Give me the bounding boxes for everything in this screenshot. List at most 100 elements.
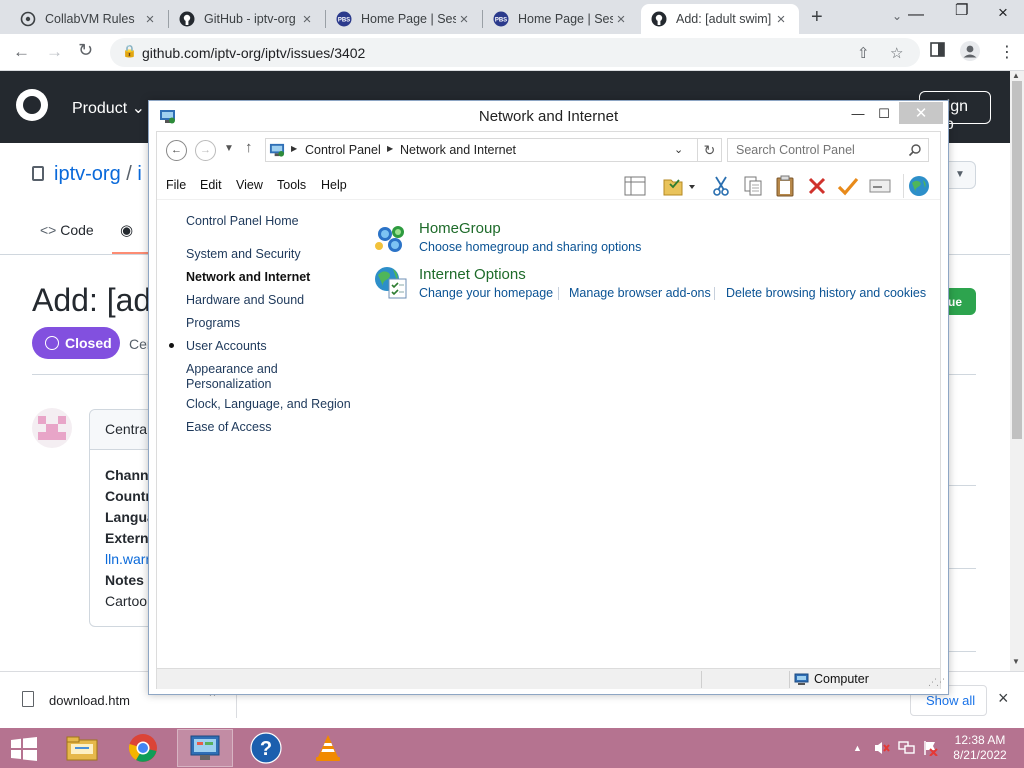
- delete-icon[interactable]: [804, 174, 830, 198]
- nav-ease-of-access[interactable]: Ease of Access: [186, 420, 271, 435]
- internet-options-icon[interactable]: [373, 265, 409, 301]
- action-center-flag-icon[interactable]: [922, 740, 938, 759]
- nav-system-and-security[interactable]: System and Security: [186, 247, 301, 262]
- explorer-frame: ← → ▼ ↑ ▶ Control Panel ▶ Network and In…: [156, 131, 945, 689]
- chevron-down-icon[interactable]: ⌄: [674, 143, 683, 156]
- download-item[interactable]: download.htm: [49, 693, 130, 708]
- nav-network-and-internet[interactable]: Network and Internet: [186, 270, 310, 285]
- issues-icon[interactable]: ◉: [120, 221, 133, 239]
- menu-tools[interactable]: Tools: [277, 178, 306, 192]
- resize-grip-icon[interactable]: ⋰⋰: [928, 677, 945, 688]
- close-icon[interactable]: ×: [299, 11, 315, 28]
- delete-history-link[interactable]: Delete browsing history and cookies: [726, 286, 926, 300]
- close-icon[interactable]: ×: [613, 11, 629, 28]
- comment-link[interactable]: lln.warr: [105, 551, 150, 567]
- close-window-icon[interactable]: ×: [998, 3, 1008, 23]
- tab-sesame-2[interactable]: PBS Home Page | Sesa ×: [483, 4, 639, 34]
- reload-icon[interactable]: ↻: [78, 40, 93, 61]
- forward-icon[interactable]: →: [195, 140, 216, 161]
- back-icon[interactable]: ←: [166, 140, 187, 161]
- nav-clock-language-region[interactable]: Clock, Language, and Region: [186, 397, 351, 412]
- folder-options-icon[interactable]: [660, 174, 700, 198]
- forward-icon[interactable]: →: [46, 42, 63, 62]
- tab-code[interactable]: <> Code: [40, 222, 94, 238]
- recent-locations-chevron-icon[interactable]: ▼: [224, 143, 234, 154]
- copy-icon[interactable]: [740, 174, 766, 198]
- volume-muted-icon[interactable]: [873, 740, 891, 759]
- change-homepage-link[interactable]: Change your homepage: [419, 286, 553, 300]
- search-icon[interactable]: [908, 143, 924, 159]
- address-box[interactable]: ▶ Control Panel ▶ Network and Internet ⌄: [265, 138, 698, 162]
- properties-checkmark-icon[interactable]: [835, 174, 861, 198]
- comment-line: Countr: [105, 488, 151, 504]
- windows-start-icon[interactable]: [9, 737, 39, 761]
- map-drive-icon[interactable]: [867, 174, 893, 198]
- tab-add-adult-swim[interactable]: Add: [adult swim] ×: [641, 4, 799, 34]
- avatar[interactable]: [32, 408, 72, 448]
- menu-view[interactable]: View: [236, 178, 263, 192]
- show-hidden-icons-icon[interactable]: ▲: [853, 743, 862, 753]
- menu-file[interactable]: File: [166, 178, 186, 192]
- menu-help[interactable]: Help: [321, 178, 347, 192]
- breadcrumb-control-panel[interactable]: Control Panel: [305, 143, 381, 157]
- side-panel-icon[interactable]: [930, 42, 945, 62]
- window-titlebar[interactable]: Network and Internet — ☐ ✕: [149, 101, 948, 131]
- clock[interactable]: 12:38 AM 8/21/2022: [946, 733, 1014, 763]
- internet-options-title[interactable]: Internet Options: [419, 266, 526, 283]
- nav-programs[interactable]: Programs: [186, 316, 240, 331]
- product-menu[interactable]: Product ⌄: [72, 98, 145, 118]
- globe-icon[interactable]: [903, 174, 933, 198]
- up-arrow-icon[interactable]: ↑: [245, 139, 253, 156]
- file-explorer-icon[interactable]: [54, 729, 110, 767]
- kebab-menu-icon[interactable]: ⋮: [999, 42, 1015, 62]
- close-icon[interactable]: ×: [142, 11, 158, 28]
- maximize-icon[interactable]: ☐: [869, 103, 899, 125]
- network-icon[interactable]: [898, 740, 916, 759]
- nav-hardware-and-sound[interactable]: Hardware and Sound: [186, 293, 304, 308]
- nav-user-accounts[interactable]: User Accounts: [186, 339, 267, 354]
- help-icon[interactable]: ?: [238, 729, 294, 767]
- breadcrumb-network-internet[interactable]: Network and Internet: [400, 143, 516, 157]
- tab-collabvm-rules[interactable]: CollabVM Rules ×: [10, 4, 168, 34]
- vlc-icon[interactable]: [300, 729, 356, 767]
- github-logo-icon[interactable]: [16, 89, 48, 121]
- tab-github-iptv[interactable]: GitHub - iptv-org ×: [169, 4, 325, 34]
- cut-scissors-icon[interactable]: [708, 174, 734, 198]
- menu-edit[interactable]: Edit: [200, 178, 222, 192]
- share-icon[interactable]: ⇧: [857, 44, 870, 62]
- restore-icon[interactable]: ❐: [955, 1, 968, 19]
- homegroup-icon[interactable]: [373, 220, 409, 256]
- page-scrollbar[interactable]: ▲ ▼: [1010, 71, 1024, 671]
- homegroup-sharing-link[interactable]: Choose homegroup and sharing options: [419, 240, 641, 254]
- close-icon[interactable]: ×: [456, 11, 472, 28]
- control-panel-taskbar-icon[interactable]: [177, 729, 233, 767]
- tab-search-chevron-icon[interactable]: ⌄: [892, 9, 902, 23]
- tab-sesame-1[interactable]: PBS Home Page | Sesa ×: [326, 4, 482, 34]
- profile-avatar-icon[interactable]: [960, 41, 980, 66]
- chrome-icon[interactable]: [115, 729, 171, 767]
- homegroup-title[interactable]: HomeGroup: [419, 220, 501, 237]
- close-icon[interactable]: ×: [998, 688, 1009, 709]
- refresh-icon[interactable]: ↻: [698, 138, 722, 162]
- back-icon[interactable]: ←: [13, 42, 30, 62]
- close-icon[interactable]: ×: [773, 11, 789, 28]
- breadcrumb-arrow-icon[interactable]: ▶: [291, 144, 297, 153]
- minimize-icon[interactable]: —: [908, 6, 924, 24]
- manage-addons-link[interactable]: Manage browser add-ons: [569, 286, 711, 300]
- svg-text:PBS: PBS: [338, 18, 350, 24]
- layout-pane-icon[interactable]: [622, 174, 648, 198]
- nav-appearance-personalization[interactable]: Appearance and Personalization: [186, 362, 296, 392]
- status-badge: Closed: [32, 327, 120, 359]
- search-box[interactable]: [727, 138, 929, 162]
- repo-name-link[interactable]: i: [137, 163, 141, 185]
- new-tab-button[interactable]: +: [811, 6, 823, 29]
- breadcrumb-arrow-icon[interactable]: ▶: [387, 144, 393, 153]
- bookmark-star-icon[interactable]: ☆: [890, 44, 903, 62]
- paste-clipboard-icon[interactable]: [772, 174, 798, 198]
- nav-control-panel-home[interactable]: Control Panel Home: [186, 214, 299, 229]
- check-circle-icon: [45, 336, 59, 350]
- repo-owner-link[interactable]: iptv-org: [54, 163, 121, 185]
- address-bar[interactable]: 🔒 github.com/iptv-org/iptv/issues/3402 ⇧…: [110, 38, 920, 67]
- search-input[interactable]: [728, 139, 906, 161]
- close-window-button[interactable]: ✕: [899, 102, 943, 124]
